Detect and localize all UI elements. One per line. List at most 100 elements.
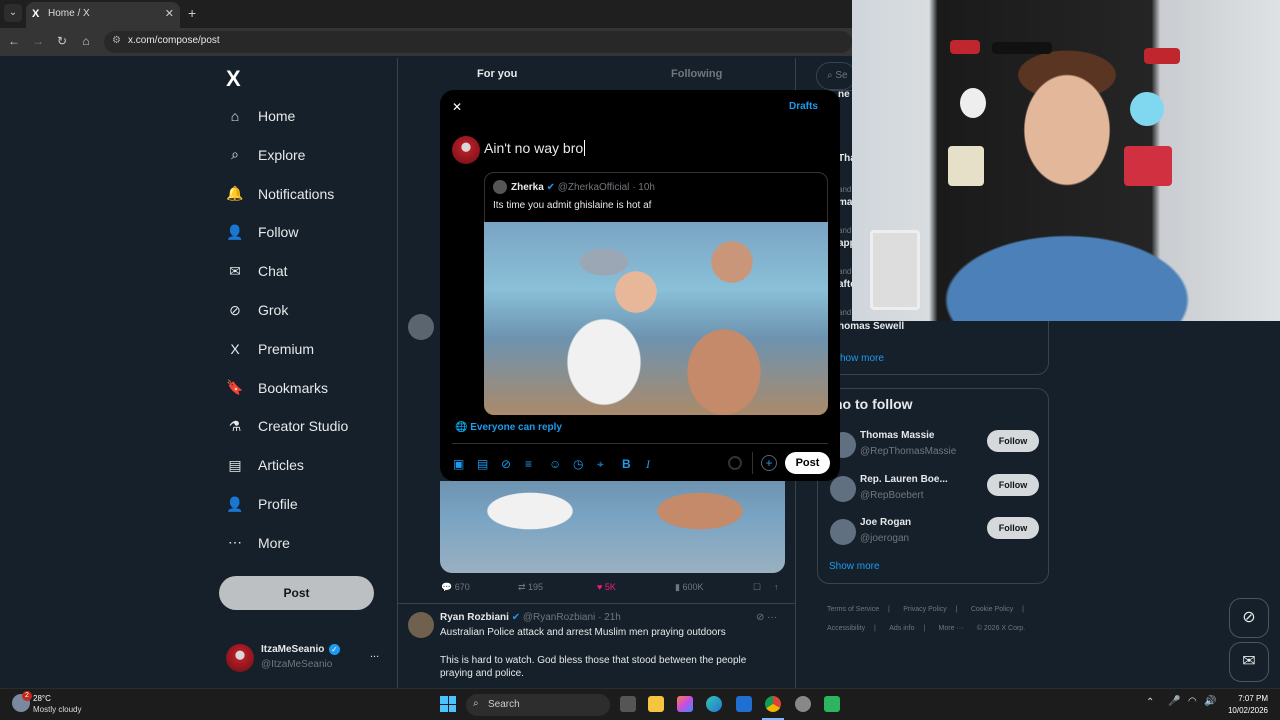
avatar[interactable] [408, 314, 434, 340]
cookie-link[interactable]: Cookie Policy [971, 606, 1013, 613]
more-link[interactable]: More ··· [939, 625, 964, 632]
verified-icon: ✓ [329, 644, 340, 655]
like-count[interactable]: ♥ 5K [597, 582, 616, 592]
drafts-button[interactable]: Drafts [789, 101, 818, 112]
close-icon[interactable]: ✕ [452, 100, 462, 114]
image-icon[interactable]: ▣ [453, 457, 464, 471]
sidebar-item-bookmarks[interactable]: 🔖 Bookmarks [226, 373, 328, 403]
tab-for-you[interactable]: For you [477, 68, 517, 80]
poll-icon[interactable]: ≡ [525, 457, 532, 471]
sidebar-item-chat[interactable]: ✉ Chat [226, 256, 287, 286]
accessibility-link[interactable]: Accessibility [827, 625, 865, 632]
sidebar-item-grok[interactable]: ⊘ Grok [226, 295, 288, 325]
site-info-icon[interactable]: ⚙ [112, 35, 121, 46]
file-explorer-icon[interactable] [648, 696, 664, 712]
who-to-follow-row[interactable]: Joe Rogan @joerogan Follow [830, 515, 1040, 551]
grok-float-icon[interactable]: ⊘ [1229, 598, 1269, 638]
divider [397, 603, 796, 604]
account-more-icon[interactable]: ... [370, 648, 379, 660]
follow-button[interactable]: Follow [987, 517, 1039, 539]
follow-button[interactable]: Follow [987, 473, 1039, 496]
sidebar-item-follow[interactable]: 👤 Follow [226, 217, 298, 247]
sidebar-item-label: More [258, 534, 290, 551]
bold-icon[interactable]: B [622, 457, 631, 471]
tab-close-icon[interactable]: ✕ [165, 7, 174, 20]
location-icon[interactable]: ⌖ [597, 457, 604, 472]
compose-textarea[interactable]: Ain't no way bro [484, 140, 586, 156]
new-tab-button[interactable]: + [188, 5, 196, 21]
sidebar-item-premium[interactable]: X Premium [226, 334, 314, 364]
tab-following[interactable]: Following [671, 68, 722, 80]
app-icon[interactable] [824, 696, 840, 712]
x-logo[interactable]: X [226, 66, 241, 92]
gif-icon[interactable]: ▤ [477, 457, 488, 471]
sidebar-item-creator-studio[interactable]: ⚗ Creator Studio [226, 411, 349, 441]
wifi-icon[interactable]: ◠ [1188, 696, 1197, 707]
avatar [226, 644, 254, 672]
home-button-icon[interactable]: ⌂ [78, 34, 94, 48]
sidebar-item-profile[interactable]: 👤 Profile [226, 489, 297, 519]
reply-count[interactable]: 💬 670 [441, 582, 470, 593]
url-field[interactable]: ⚙ x.com/compose/post [104, 31, 852, 53]
weather-badge: 2 [22, 691, 32, 701]
copilot-icon[interactable] [677, 696, 693, 712]
tray-overflow-icon[interactable]: ⌃ [1146, 697, 1154, 708]
start-button[interactable] [440, 696, 456, 712]
grok-icon[interactable]: ⊘ [501, 457, 511, 471]
browser-tab[interactable]: X Home / X ✕ [26, 2, 180, 28]
clock-date[interactable]: 10/02/2026 [1224, 706, 1268, 715]
follow-button[interactable]: Follow [987, 430, 1039, 452]
task-view-icon[interactable] [620, 696, 636, 712]
back-icon[interactable]: ← [6, 34, 22, 48]
who-to-follow-row[interactable]: Thomas Massie @RepThomasMassie Follow [830, 428, 1040, 464]
account-handle: @ItzaMeSeanio [261, 659, 333, 670]
trend-name[interactable]: homas Sewell [838, 321, 904, 332]
microphone-icon[interactable]: 🎤 [1168, 696, 1180, 707]
bookmark-icon: 🔖 [226, 379, 244, 396]
messages-float-icon[interactable]: ✉ [1229, 642, 1269, 682]
schedule-icon[interactable]: ◷ [573, 457, 583, 471]
taskbar-search[interactable]: ⌕ Search [466, 694, 610, 716]
ads-info-link[interactable]: Ads info [889, 625, 914, 632]
italic-icon[interactable]: I [646, 457, 650, 472]
mail-app-icon[interactable] [736, 696, 752, 712]
view-count[interactable]: ▮ 600K [675, 582, 703, 593]
sidebar-item-articles[interactable]: ▤ Articles [226, 450, 304, 480]
weather-desc[interactable]: Mostly cloudy [33, 705, 81, 714]
edge-icon[interactable] [706, 696, 722, 712]
sidebar-item-explore[interactable]: ⌕ Explore [226, 140, 305, 170]
privacy-link[interactable]: Privacy Policy [903, 606, 947, 613]
account-switcher[interactable]: ItzaMeSeanio ✓ @ItzaMeSeanio ... [226, 642, 386, 674]
footer-links: Terms of Service | Privacy Policy | Cook… [827, 599, 1037, 637]
who-to-follow-row[interactable]: Rep. Lauren Boe... @RepBoebert Follow [830, 472, 1040, 508]
reload-icon[interactable]: ↻ [54, 34, 70, 48]
show-more-link[interactable]: how more [840, 353, 884, 364]
sidebar-item-notifications[interactable]: 🔔 Notifications [226, 179, 334, 209]
grok-icon[interactable]: ⊘ ··· [756, 612, 777, 623]
avatar[interactable] [408, 612, 434, 638]
app-icon[interactable] [795, 696, 811, 712]
author-name[interactable]: Ryan Rozbiani [440, 612, 509, 623]
search-input[interactable]: ⌕ Se [816, 62, 856, 90]
post-button[interactable]: Post [219, 576, 374, 610]
trend-fragment: ma [838, 197, 853, 208]
reply-settings-button[interactable]: 🌐 Everyone can reply [455, 422, 562, 433]
emoji-icon[interactable]: ☺ [549, 457, 561, 471]
weather-temp[interactable]: 28°C [33, 694, 51, 703]
volume-icon[interactable]: 🔊 [1204, 696, 1216, 707]
post-submit-button[interactable]: Post [785, 452, 830, 474]
bookmark-icon[interactable]: ☐ [753, 582, 761, 593]
forward-icon[interactable]: → [30, 34, 46, 48]
terms-link[interactable]: Terms of Service [827, 606, 879, 613]
sidebar-item-home[interactable]: ⌂ Home [226, 101, 296, 131]
author-handle[interactable]: @RyanRozbiani [523, 612, 595, 623]
chrome-icon[interactable] [765, 696, 781, 712]
sidebar-item-more[interactable]: ⋯ More [226, 528, 290, 558]
repost-count[interactable]: ⇄ 195 [518, 582, 543, 593]
show-more-link[interactable]: Show more [829, 561, 880, 572]
tab-list-button[interactable]: ⌄ [4, 4, 22, 22]
add-post-icon[interactable]: + [761, 455, 777, 471]
clock-time[interactable]: 7:07 PM [1236, 694, 1268, 703]
share-icon[interactable]: ↑ [774, 582, 779, 592]
post-media-image[interactable] [440, 481, 785, 573]
